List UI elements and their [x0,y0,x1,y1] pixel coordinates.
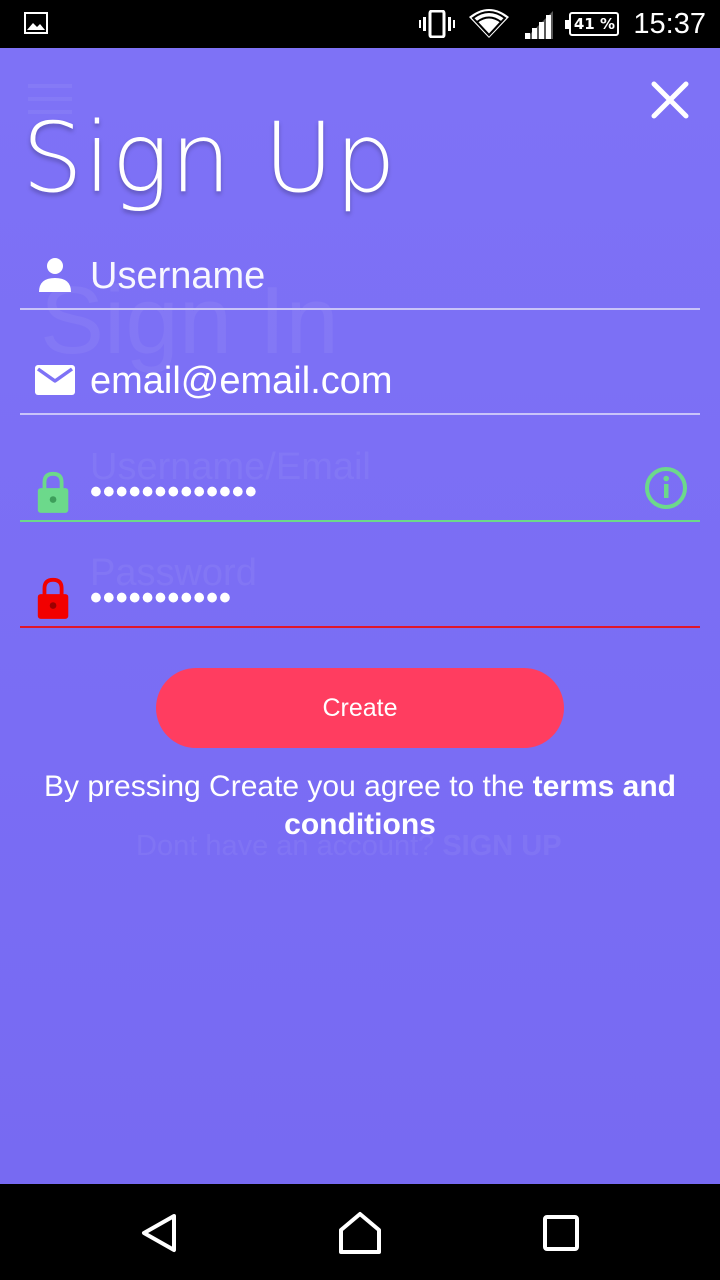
username-field[interactable]: Username [20,248,700,310]
password-underline [20,520,700,522]
page-title: Sign Up [22,102,397,214]
battery-icon: 41 % [565,12,620,36]
back-icon[interactable] [134,1208,184,1258]
battery-level: 41 % [573,15,615,33]
mail-icon [35,365,75,395]
close-icon[interactable] [648,78,692,122]
confirm-password-value: ••••••••••• [90,579,232,617]
username-placeholder: Username [90,255,266,297]
email-field[interactable]: email@email.com [20,353,700,415]
person-icon [39,258,71,292]
signal-icon [525,11,554,39]
recents-icon[interactable] [536,1208,586,1258]
confirm-password-field[interactable]: ••••••••••• [20,566,700,628]
info-icon[interactable] [644,466,688,510]
home-icon[interactable] [335,1208,385,1258]
terms-text: By pressing Create you agree to the term… [20,768,700,844]
navigation-bar [0,1184,720,1280]
clock: 15:37 [633,7,706,40]
password-value: ••••••••••••• [90,473,258,511]
lock-icon-invalid [37,577,69,619]
wifi-icon [469,9,510,38]
email-underline [20,413,700,415]
vibrate-icon [419,10,456,38]
terms-prefix: By pressing Create you agree to the [43,770,533,803]
email-value: email@email.com [90,360,393,402]
status-bar: 41 % 15:37 [0,0,720,48]
confirm-password-underline [20,626,700,628]
username-underline [20,308,700,310]
create-button[interactable]: Create [156,668,564,748]
sign-up-screen: Sign In Username/Email Password Dont hav… [0,48,720,1184]
password-field[interactable]: ••••••••••••• [20,460,700,522]
gallery-icon [24,12,48,34]
lock-icon-valid [37,471,69,513]
